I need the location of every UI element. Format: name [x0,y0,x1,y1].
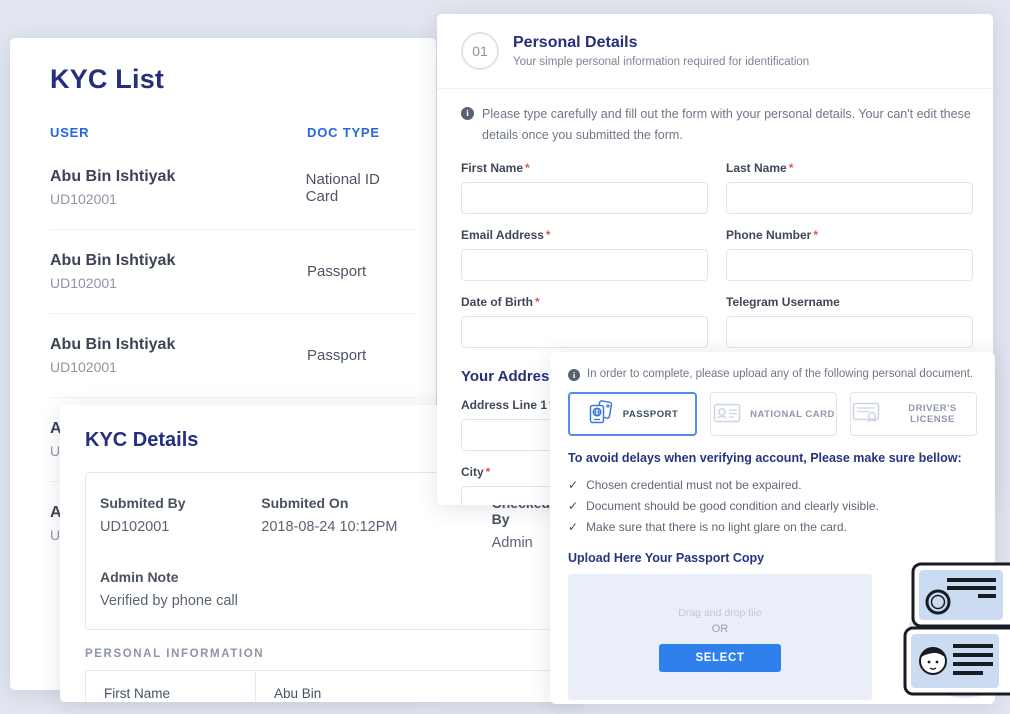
doc-option-label: NATIONAL CARD [750,409,835,420]
phone-field[interactable] [726,249,973,281]
page-title: Personal Details [513,34,809,52]
dropzone-hint: Drag and drop file [678,607,761,619]
admin-note-label: Admin Note [100,569,550,585]
submitted-by-label: Submited By [100,495,261,511]
table-cell-label: First Name [86,671,256,702]
email-address-label: Email Address* [461,228,708,242]
admin-note-value: Verified by phone call [100,593,550,609]
phone-number-label: Phone Number* [726,228,973,242]
info-icon: i [461,107,474,120]
column-header-doc-type: DOC TYPE [307,125,380,140]
doc-option-drivers-license[interactable]: DRIVER'S LICENSE [850,392,977,436]
doc-option-label: DRIVER'S LICENSE [889,403,976,425]
kyc-list-column-headers: USER DOC TYPE [50,125,416,140]
table-row[interactable]: Abu Bin Ishtiyak UD102001 Passport [50,230,416,314]
table-cell-value: Abu Bin [256,671,564,702]
checked-by-value: Admin [492,535,550,551]
table-row[interactable]: Abu Bin Ishtiyak UD102001 National ID Ca… [50,146,416,230]
checklist-title: To avoid delays when verifying account, … [568,451,977,465]
last-name-label: Last Name* [726,161,973,175]
check-icon: ✓ [568,475,578,496]
telegram-username-field[interactable] [726,316,973,348]
first-name-label: First Name* [461,161,708,175]
checklist-item: ✓ Make sure that there is no light glare… [568,517,977,538]
doc-option-national-card[interactable]: NATIONAL CARD [710,392,837,436]
dropzone-or-text: OR [712,623,729,635]
page-subtitle: Your simple personal information require… [513,56,809,68]
doc-type: National ID Card [306,168,416,207]
date-of-birth-field[interactable] [461,316,708,348]
select-file-button[interactable]: SELECT [659,644,782,672]
user-id: UD102001 [50,275,307,291]
user-name: Abu Bin Ishtiyak [50,252,307,270]
info-icon: i [568,369,580,381]
doc-type: Passport [307,252,366,291]
column-header-user: USER [50,125,307,140]
passport-card-graphic [913,564,1010,626]
step-number-badge: 01 [461,32,499,70]
user-name: Abu Bin Ishtiyak [50,168,306,186]
user-id: UD102001 [50,359,307,375]
submitted-on-value: 2018-08-24 10:12PM [261,519,491,535]
doc-type: Passport [307,336,366,375]
check-icon: ✓ [568,517,578,538]
checklist-item: ✓ Chosen credential must not be expaired… [568,475,977,496]
first-name-field[interactable] [461,182,708,214]
drivers-license-icon [851,400,881,429]
checklist-item: ✓ Document should be good condition and … [568,496,977,517]
form-note-text: Please type carefully and fill out the f… [482,104,973,145]
doc-option-label: PASSPORT [623,409,679,420]
personal-information-table: First Name Abu Bin [85,670,565,702]
check-icon: ✓ [568,496,578,517]
date-of-birth-label: Date of Birth* [461,295,708,309]
id-card-graphic [905,628,1010,694]
personal-information-section-label: PERSONAL INFORMATION [85,648,580,660]
doc-option-passport[interactable]: PASSPORT [568,392,697,436]
upload-note-text: In order to complete, please upload any … [587,368,973,381]
file-dropzone[interactable]: Drag and drop file OR SELECT [568,574,872,700]
email-field[interactable] [461,249,708,281]
user-name: Abu Bin Ishtiyak [50,336,307,354]
user-id: UD102001 [50,191,306,207]
table-row[interactable]: Abu Bin Ishtiyak UD102001 Passport [50,314,416,398]
national-card-icon [712,400,742,429]
submitted-by-value: UD102001 [100,519,261,535]
telegram-username-label: Telegram Username [726,295,973,309]
kyc-list-title: KYC List [50,64,416,95]
id-cards-illustration [893,558,1010,708]
last-name-field[interactable] [726,182,973,214]
passport-icon [587,399,615,430]
